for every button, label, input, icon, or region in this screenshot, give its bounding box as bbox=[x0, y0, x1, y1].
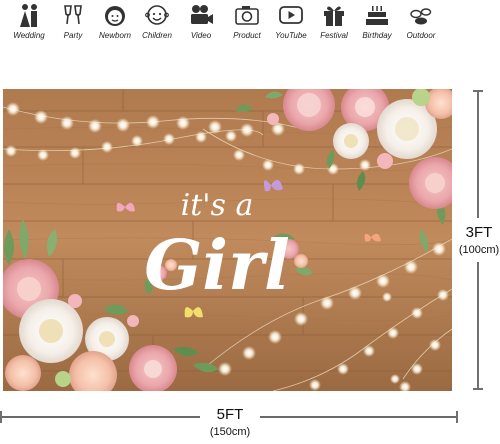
video-camera-icon bbox=[191, 5, 213, 24]
width-ft-label: 5FT bbox=[216, 406, 244, 423]
backdrop-line2: Girl bbox=[144, 226, 290, 306]
baby-face-icon bbox=[105, 6, 125, 26]
stones-icon bbox=[410, 8, 432, 25]
height-cm-label: (100cm) bbox=[458, 244, 500, 256]
bride-groom-icon bbox=[20, 4, 37, 27]
play-button-icon bbox=[279, 6, 303, 24]
height-dimension: 3FT (100cm) bbox=[459, 90, 500, 390]
width-cm-label: (150cm) bbox=[209, 426, 251, 438]
width-dimension: 5FT (150cm) bbox=[0, 395, 458, 444]
category-icon-row: Wedding Party Newborn Children Video Pro… bbox=[0, 0, 500, 52]
backdrop-artwork: it's a Girl bbox=[3, 89, 452, 391]
photo-camera-icon bbox=[235, 6, 259, 25]
birthday-cake-icon bbox=[366, 6, 388, 25]
category-outdoor: Outdoor bbox=[392, 2, 450, 40]
gift-box-icon bbox=[324, 6, 344, 26]
backdrop-line1: it's a bbox=[181, 188, 254, 223]
height-ft-label: 3FT bbox=[465, 224, 493, 241]
cheers-glasses-icon bbox=[64, 5, 82, 25]
category-label: Outdoor bbox=[406, 31, 436, 40]
backdrop-image: it's a Girl bbox=[3, 89, 452, 391]
child-face-icon bbox=[145, 5, 169, 25]
